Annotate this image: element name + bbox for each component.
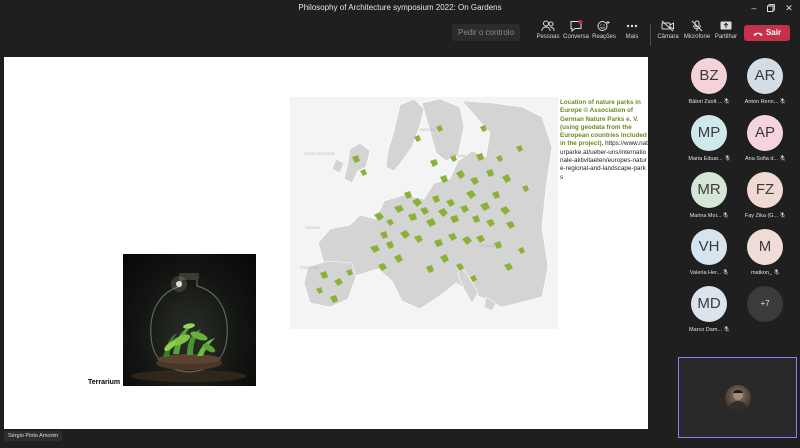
title-bar: Philosophy of Architecture symposium 202… <box>0 0 800 16</box>
participant-avatar: FZ <box>747 172 783 208</box>
participant-tile[interactable]: AR Anton Renn... <box>737 58 793 114</box>
mic-muted-icon <box>723 269 729 275</box>
mic-muted-icon <box>724 98 730 104</box>
people-button[interactable]: Pessoas <box>533 20 563 48</box>
map-caption: Location of nature parks in Europe © Ass… <box>560 99 648 182</box>
participant-avatar: VH <box>691 229 727 265</box>
people-label: Pessoas <box>536 34 560 40</box>
camera-off-icon <box>661 20 674 32</box>
participant-tile[interactable]: BZ Bátori Zsolt ... <box>681 58 737 114</box>
share-screen-icon <box>720 21 732 30</box>
participant-tile[interactable]: Mmatkon_ <box>737 229 793 285</box>
participant-name: Bátori Zsolt ... <box>681 98 737 105</box>
participant-tile[interactable]: VH Valeria Her... <box>681 229 737 285</box>
terrarium-photo <box>123 254 256 386</box>
more-participants-tile[interactable]: +7 <box>737 286 793 342</box>
mic-muted-icon <box>724 326 729 332</box>
svg-text:ESTONIA: ESTONIA <box>450 154 466 158</box>
mic-muted-icon <box>723 212 729 218</box>
participant-tile[interactable]: MR Marina Moi... <box>681 172 737 228</box>
microphone-off-icon <box>691 20 703 32</box>
svg-text:FRANCE: FRANCE <box>306 226 321 230</box>
participant-name: matkon_ <box>737 269 793 276</box>
chat-icon <box>570 20 583 32</box>
phone-hangup-icon <box>753 32 763 36</box>
participant-tile[interactable]: MP Maria Eduar... <box>681 115 737 171</box>
toolbar-divider <box>650 24 651 46</box>
request-control-button[interactable]: Pedir o controlo <box>452 24 520 41</box>
teams-meeting-window: Philosophy of Architecture symposium 202… <box>0 0 800 448</box>
window-title: Philosophy of Architecture symposium 202… <box>298 3 502 12</box>
close-icon[interactable]: ✕ <box>783 2 795 14</box>
participant-name: Fay Zika (G... <box>737 212 793 219</box>
reactions-label: Reações <box>592 34 616 40</box>
leave-button[interactable]: Sair <box>744 25 790 41</box>
more-button[interactable]: Mais <box>617 20 647 48</box>
participant-avatar: BZ <box>691 58 727 94</box>
leave-label: Sair <box>765 28 782 37</box>
shared-slide: Terrarium UNITED KINGDOM SWEDEN FRANCE P… <box>4 57 648 429</box>
mic-muted-icon <box>780 212 786 218</box>
participant-tile[interactable]: AP Ana Sofia d... <box>737 115 793 171</box>
microphone-button[interactable]: Microfone <box>682 20 712 48</box>
more-dots-icon <box>626 24 638 28</box>
chat-label: Conversa <box>563 34 589 40</box>
share-button[interactable]: Partilhar <box>711 20 741 48</box>
europe-nature-parks-map: UNITED KINGDOM SWEDEN FRANCE PORTUGAL ES… <box>290 97 558 329</box>
svg-text:ROMANIA: ROMANIA <box>480 244 497 248</box>
mic-muted-icon <box>724 155 730 161</box>
participant-avatar: MP <box>691 115 727 151</box>
svg-text:PORTUGAL: PORTUGAL <box>300 266 319 270</box>
participant-name: Marina Moi... <box>681 212 737 219</box>
more-participants-count: +7 <box>747 286 783 322</box>
presenter-name-tag: Sérgio Pinto Amorim <box>4 431 63 441</box>
people-icon <box>541 20 555 32</box>
microphone-label: Microfone <box>683 34 711 40</box>
participant-name: Ana Sofia d... <box>737 155 793 162</box>
participant-avatar: AP <box>747 115 783 151</box>
reactions-button[interactable]: Reações <box>589 20 619 48</box>
chat-button[interactable]: Conversa <box>561 20 591 48</box>
share-label: Partilhar <box>714 34 738 40</box>
participant-name: Maria Eduar... <box>681 155 737 162</box>
participant-name: Marco Dam... <box>681 326 737 333</box>
mic-muted-icon <box>780 98 786 104</box>
participant-name: Anton Renn... <box>737 98 793 105</box>
participant-name: Valeria Her... <box>681 269 737 276</box>
participant-avatar: AR <box>747 58 783 94</box>
camera-label: Câmara <box>657 34 679 40</box>
more-label: Mais <box>625 34 639 40</box>
mic-muted-icon <box>774 269 780 275</box>
participant-avatar: MR <box>691 172 727 208</box>
camera-button[interactable]: Câmara <box>653 20 683 48</box>
restore-icon[interactable] <box>765 2 777 14</box>
participant-tile[interactable]: MD Marco Dam... <box>681 286 737 342</box>
reactions-icon <box>597 21 610 31</box>
self-video-avatar <box>725 385 751 411</box>
participant-tile[interactable]: FZ Fay Zika (G... <box>737 172 793 228</box>
svg-text:UNITED KINGDOM: UNITED KINGDOM <box>304 152 335 156</box>
self-video-tile[interactable] <box>678 357 797 438</box>
shared-screen-stage: Terrarium UNITED KINGDOM SWEDEN FRANCE P… <box>0 50 677 442</box>
participant-avatar: M <box>747 229 783 265</box>
meeting-toolbar: Pedir o controlo Pessoas Conversa Reaçõe… <box>0 16 800 50</box>
terrarium-caption: Terrarium <box>88 379 121 386</box>
svg-text:SWEDEN: SWEDEN <box>420 128 436 132</box>
minimize-icon[interactable]: – <box>748 2 760 14</box>
participant-avatar: MD <box>691 286 727 322</box>
mic-muted-icon <box>780 155 786 161</box>
participant-gallery: BZ Bátori Zsolt ... AR Anton Renn... MP Maria… <box>681 52 800 352</box>
